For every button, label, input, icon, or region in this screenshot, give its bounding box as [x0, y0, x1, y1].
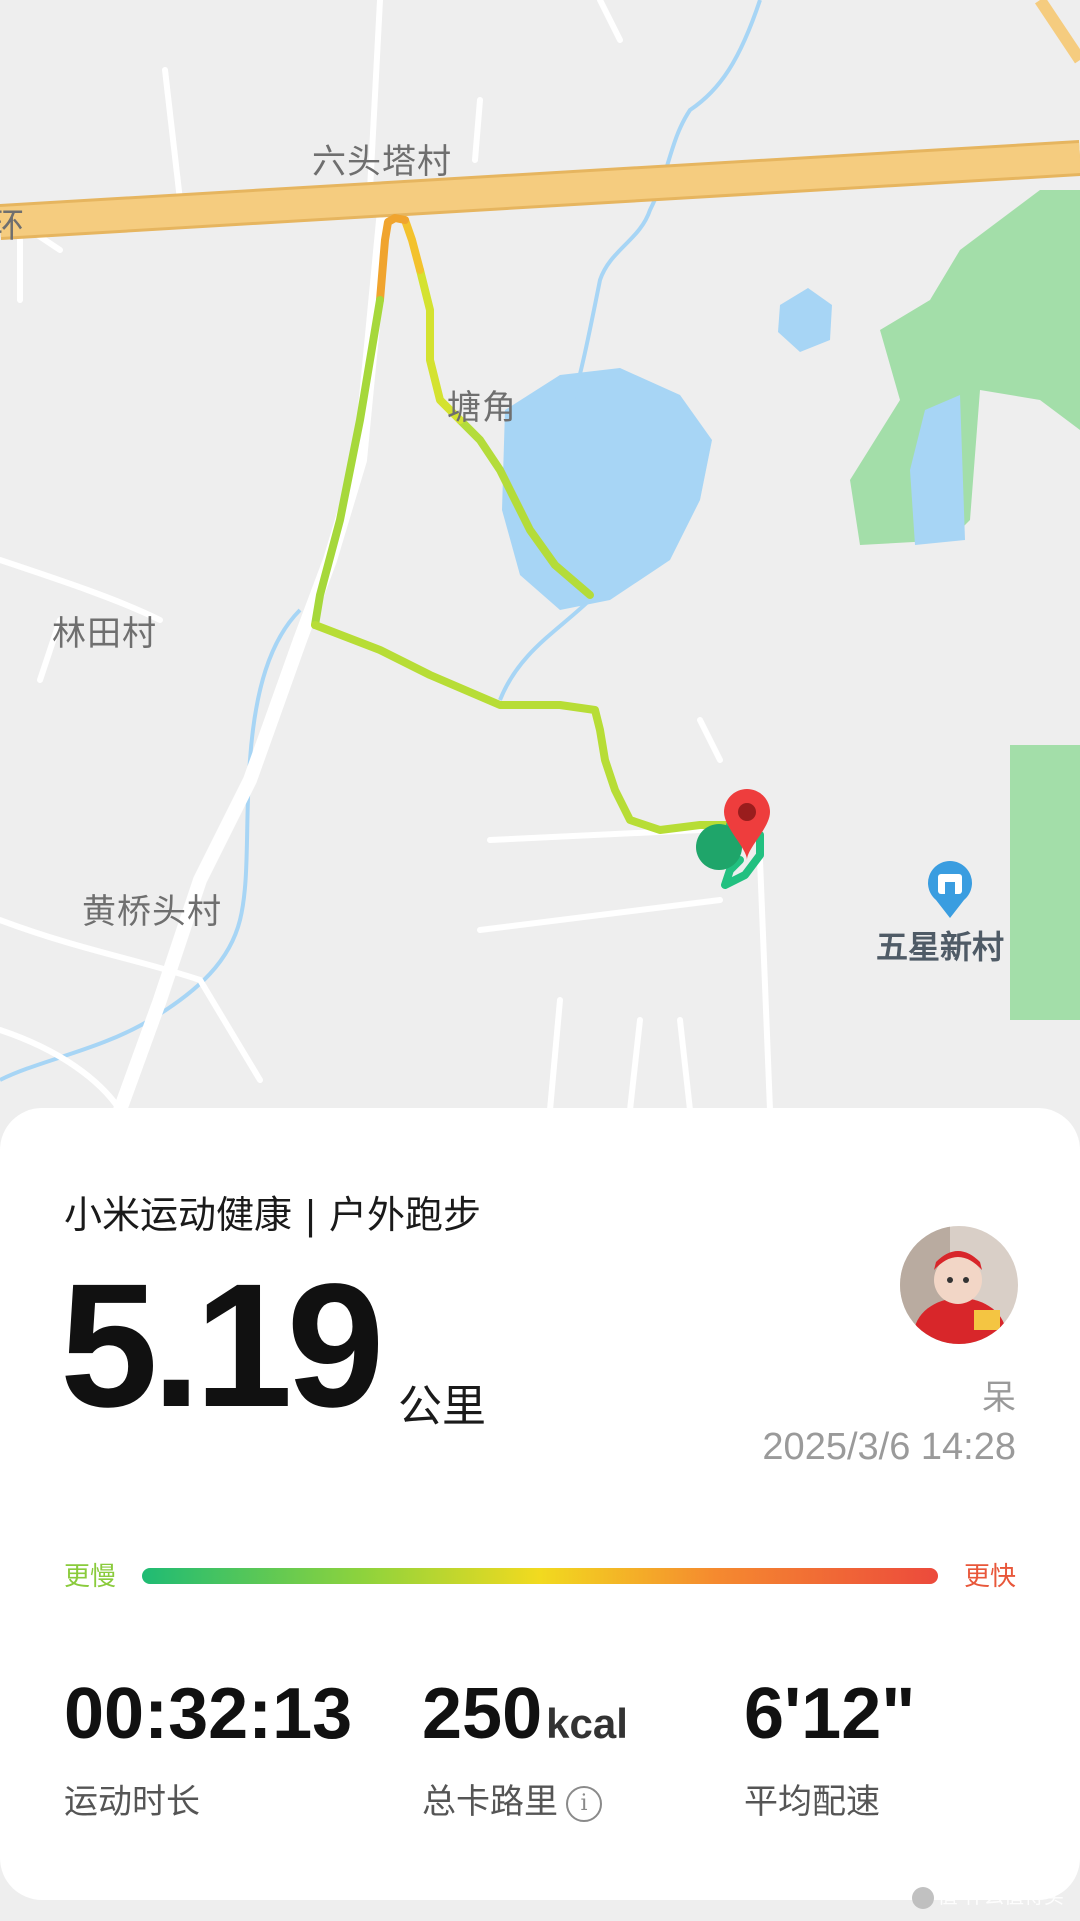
- pace-value: 6'12": [744, 1674, 916, 1754]
- green-area: [1010, 745, 1080, 1020]
- workout-title: 小米运动健康 | 户外跑步: [64, 1193, 481, 1237]
- route-end-pin-icon: [724, 789, 770, 860]
- poi-label-wuxing-village[interactable]: 五星新村: [876, 922, 1004, 968]
- poi-location-icon[interactable]: [924, 860, 976, 920]
- map-label-lintian-village: 林田村: [52, 614, 157, 654]
- pace-legend-fast-label: 更快: [963, 1562, 1016, 1592]
- calories-label-row: 总卡路里 i: [422, 1774, 628, 1823]
- watermark-logo-icon: [911, 1886, 934, 1909]
- distance-value: 5.19: [60, 1248, 385, 1444]
- stat-calories: 250kcal 总卡路里 i: [422, 1678, 628, 1823]
- calories-label: 总卡路里: [422, 1782, 558, 1822]
- pace-label: 平均配速: [744, 1782, 880, 1822]
- workout-datetime: 2025/3/6 14:28: [762, 1426, 1016, 1468]
- stat-pace: 6'12" 平均配速: [744, 1678, 915, 1823]
- map-label-ring-road: 环: [0, 206, 25, 246]
- workout-summary-card: 小米运动健康 | 户外跑步 5.19 公里 呆 2025/3/6 14:28 更…: [0, 1108, 1080, 1900]
- map-label-tangjiao: 塘角: [447, 388, 517, 428]
- distance-unit: 公里: [398, 1381, 486, 1432]
- stat-duration: 00:32:13 运动时长: [64, 1678, 352, 1823]
- duration-label: 运动时长: [64, 1782, 200, 1822]
- pace-legend-slow-label: 更慢: [64, 1562, 117, 1592]
- watermark: 值 什么值得买: [911, 1880, 1064, 1909]
- watermark-text: 值 什么值得买: [937, 1884, 1064, 1908]
- calories-value-row: 250kcal: [422, 1678, 628, 1750]
- map-label-huangqiaotou-village: 黄桥头村: [82, 892, 222, 932]
- avatar[interactable]: [900, 1226, 1018, 1344]
- info-icon[interactable]: i: [566, 1785, 602, 1822]
- calories-unit: kcal: [546, 1700, 628, 1747]
- calories-value: 250: [422, 1674, 543, 1754]
- pace-color-legend-bar: [142, 1568, 938, 1584]
- map-label-liutouta-village: 六头塔村: [312, 142, 452, 182]
- duration-value: 00:32:13: [64, 1674, 353, 1754]
- user-name: 呆: [982, 1378, 1016, 1418]
